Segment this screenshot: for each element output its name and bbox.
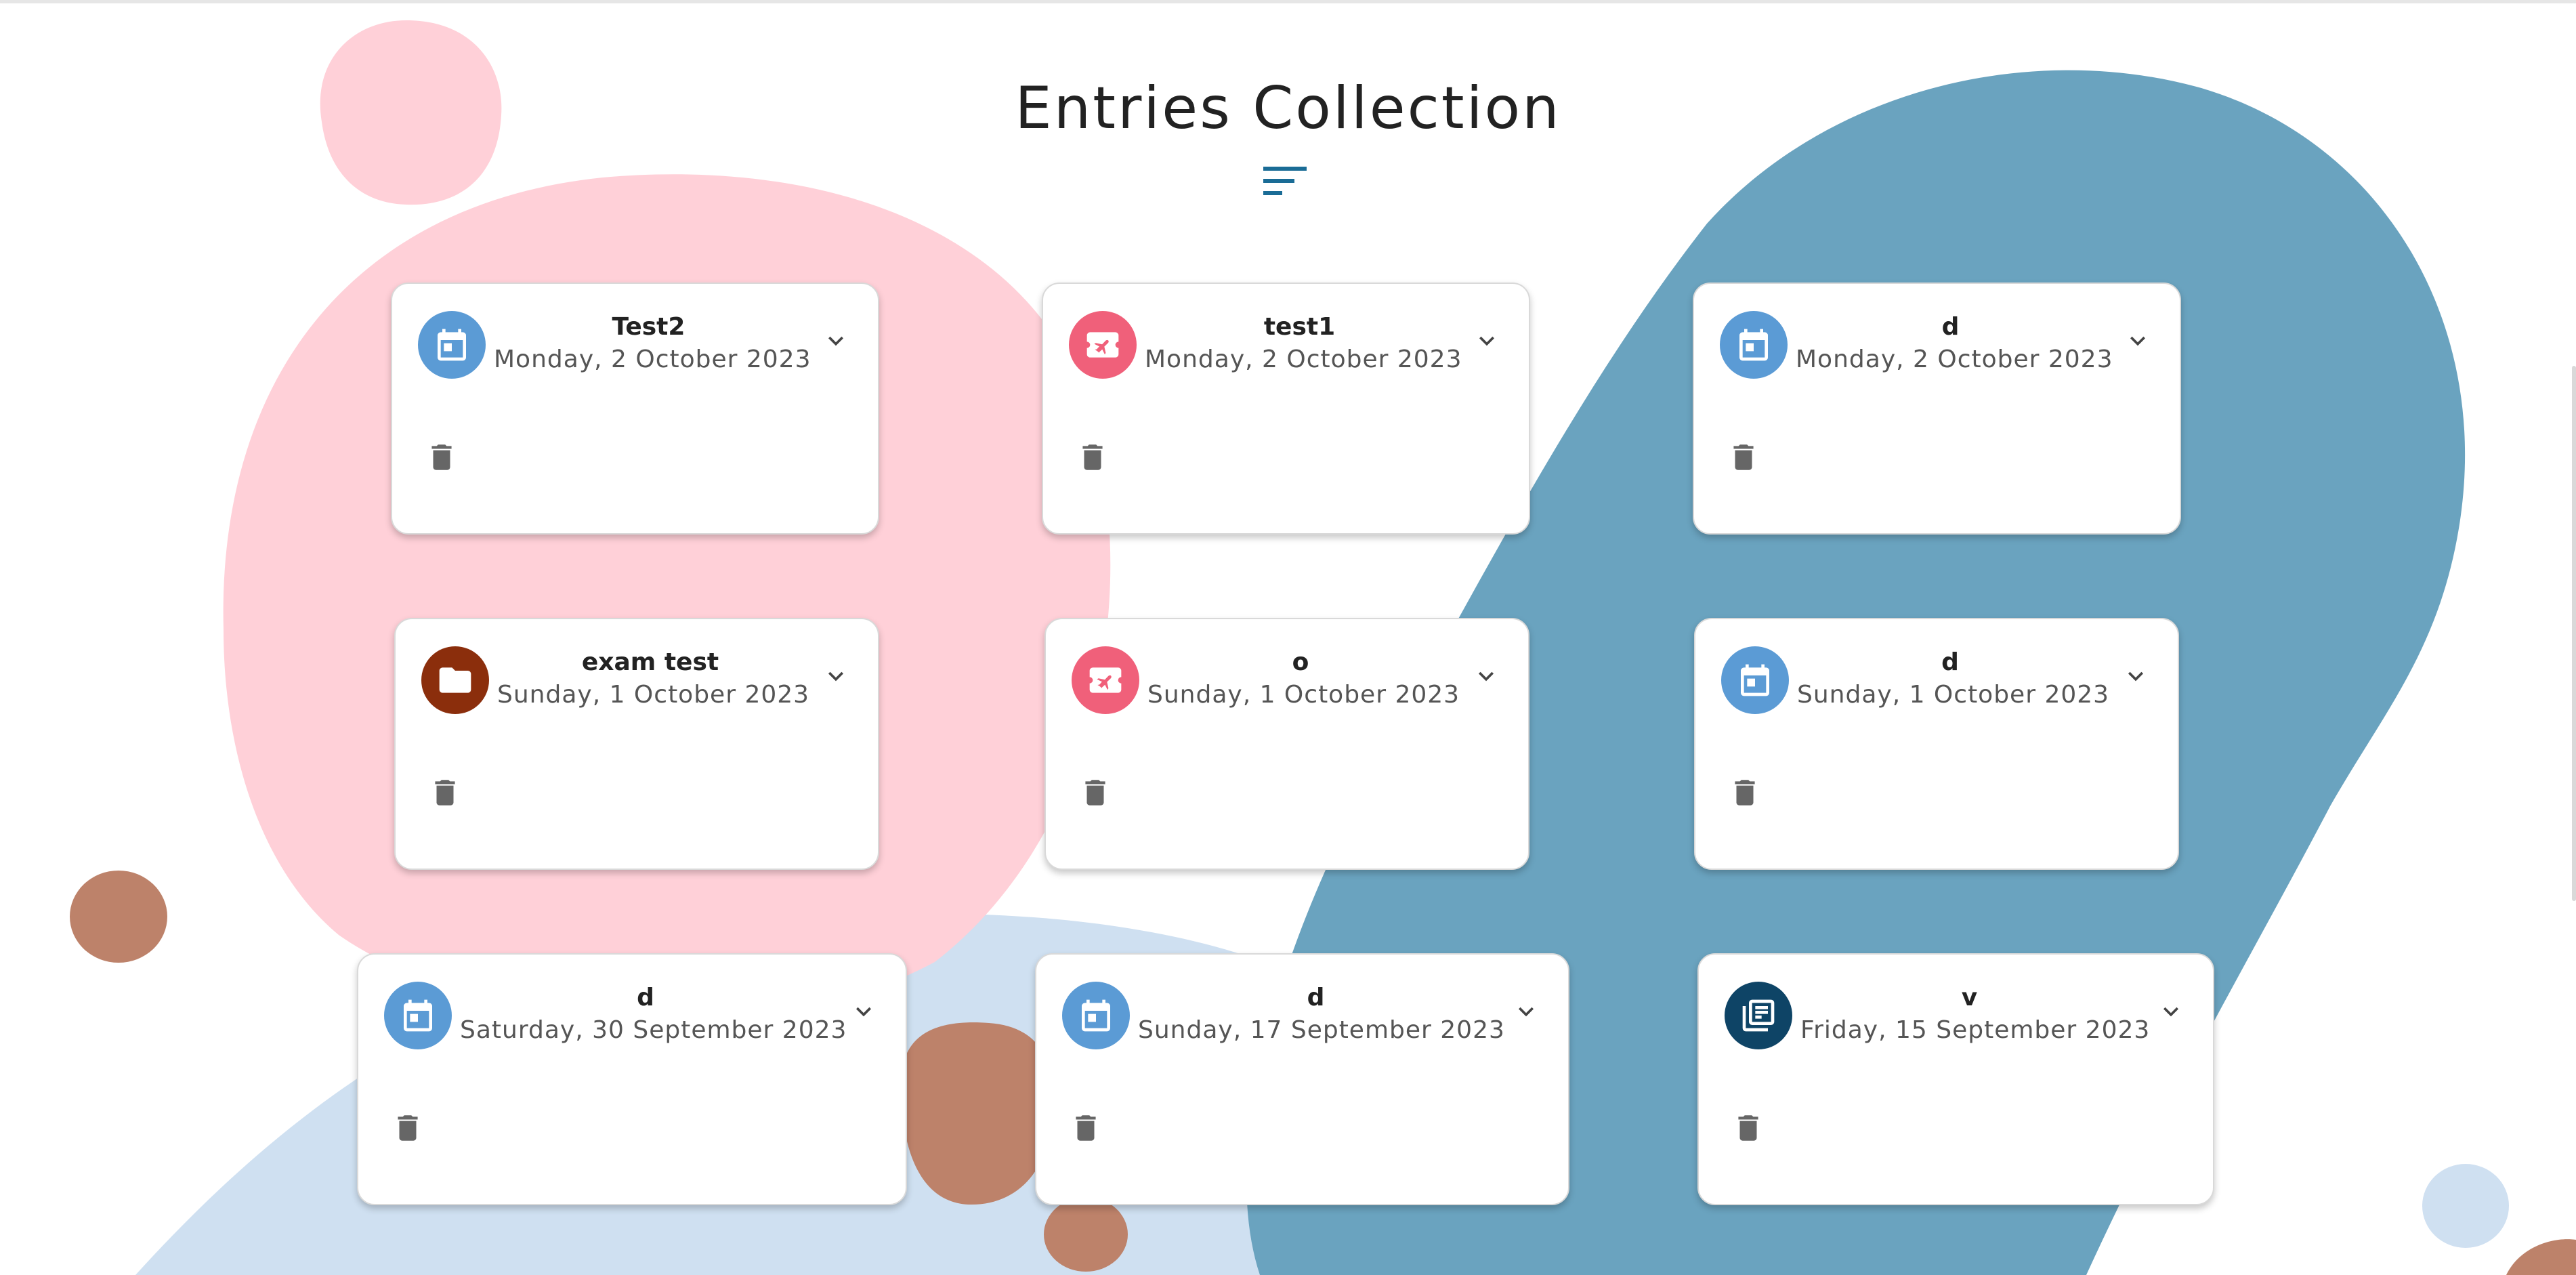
entry-title: d [1941, 313, 1960, 341]
entry-title: o [1292, 648, 1309, 676]
delete-icon[interactable] [1076, 438, 1110, 476]
entry-title: d [1307, 984, 1325, 1011]
chevron-down-icon[interactable] [1472, 326, 1502, 356]
entry-title: d [637, 984, 654, 1011]
entry-date: Monday, 2 October 2023 [494, 346, 811, 373]
entry-date: Sunday, 17 September 2023 [1138, 1016, 1505, 1044]
delete-icon[interactable] [1728, 774, 1762, 812]
page-title: Entries Collection [1015, 74, 1561, 142]
chevron-down-icon[interactable] [821, 326, 851, 356]
chevron-down-icon[interactable] [2123, 326, 2153, 356]
delete-icon[interactable] [1078, 774, 1112, 812]
entry-avatar [1062, 982, 1130, 1049]
entry-date: Monday, 2 October 2023 [1796, 346, 2113, 373]
scrollbar[interactable] [2572, 366, 2576, 901]
entry-date: Sunday, 1 October 2023 [497, 681, 810, 709]
chevron-down-icon[interactable] [821, 661, 851, 691]
entry-card[interactable]: d Sunday, 17 September 2023 [1035, 953, 1569, 1205]
flight-ticket-icon [1086, 332, 1119, 358]
chevron-down-icon[interactable] [1471, 661, 1501, 691]
entry-card[interactable]: o Sunday, 1 October 2023 [1044, 618, 1529, 870]
entry-avatar [1721, 646, 1789, 714]
entry-title: exam test [581, 648, 719, 676]
entry-date: Monday, 2 October 2023 [1145, 346, 1462, 373]
entry-card[interactable]: v Friday, 15 September 2023 [1697, 953, 2214, 1205]
chevron-down-icon[interactable] [849, 997, 879, 1026]
sort-lines-icon [1263, 167, 1307, 195]
newspaper-icon [1742, 999, 1775, 1032]
calendar-icon [404, 999, 432, 1032]
entry-card[interactable]: d Sunday, 1 October 2023 [1694, 618, 2179, 870]
delete-icon[interactable] [1731, 1109, 1765, 1147]
entry-card[interactable]: exam test Sunday, 1 October 2023 [394, 618, 879, 870]
delete-icon[interactable] [1727, 438, 1760, 476]
delete-icon[interactable] [425, 438, 459, 476]
entry-title: v [1961, 984, 1978, 1011]
entry-title: test1 [1263, 313, 1336, 341]
calendar-icon [438, 329, 466, 361]
chevron-down-icon[interactable] [2156, 997, 2186, 1026]
chevron-down-icon[interactable] [1511, 997, 1541, 1026]
entry-avatar [1069, 311, 1137, 379]
entry-date: Sunday, 1 October 2023 [1147, 681, 1460, 709]
calendar-icon [1739, 329, 1768, 361]
entry-card[interactable]: d Monday, 2 October 2023 [1693, 283, 2181, 535]
entry-card[interactable]: test1 Monday, 2 October 2023 [1042, 283, 1530, 535]
entry-avatar [421, 646, 489, 714]
delete-icon[interactable] [428, 774, 462, 812]
entry-avatar [1725, 982, 1792, 1049]
entry-title: d [1941, 648, 1959, 676]
calendar-icon [1082, 999, 1110, 1032]
entry-date: Friday, 15 September 2023 [1800, 1016, 2151, 1044]
entry-date: Sunday, 1 October 2023 [1797, 681, 2110, 709]
entry-date: Saturday, 30 September 2023 [460, 1016, 847, 1044]
entry-card[interactable]: Test2 Monday, 2 October 2023 [391, 283, 879, 535]
entry-avatar [384, 982, 452, 1049]
entry-title: Test2 [612, 313, 685, 341]
folder-icon [439, 667, 471, 693]
entry-avatar [1072, 646, 1139, 714]
flight-ticket-icon [1089, 667, 1122, 693]
chevron-down-icon[interactable] [2121, 661, 2151, 691]
entry-avatar [1720, 311, 1788, 379]
calendar-icon [1741, 664, 1769, 696]
delete-icon[interactable] [391, 1109, 425, 1147]
delete-icon[interactable] [1069, 1109, 1103, 1147]
filter-button[interactable] [1258, 161, 1312, 202]
entry-avatar [418, 311, 486, 379]
entry-card[interactable]: d Saturday, 30 September 2023 [357, 953, 907, 1205]
